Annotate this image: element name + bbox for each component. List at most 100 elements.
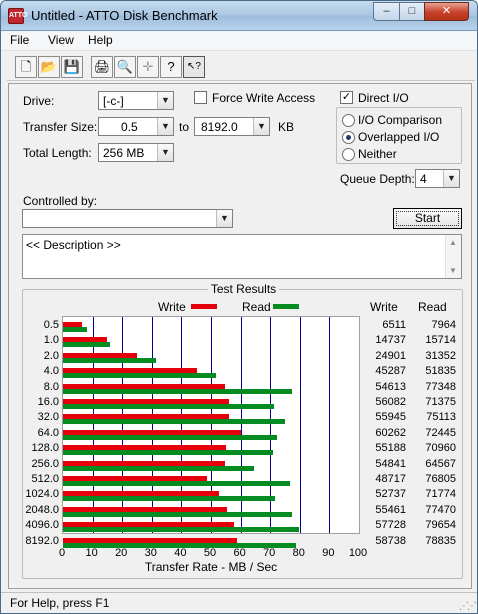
x-tick-label: 40	[174, 547, 187, 559]
legend-read-swatch	[273, 304, 299, 309]
maximize-button[interactable]: □	[399, 2, 425, 21]
row-label: 1.0	[43, 334, 59, 347]
description-scrollbar[interactable]: ▲ ▼	[445, 235, 461, 278]
row-label: 256.0	[31, 457, 59, 470]
drive-label: Drive:	[23, 94, 55, 108]
force-write-checkbox[interactable]	[194, 91, 207, 104]
x-tick-label: 0	[58, 547, 66, 559]
read-bar-0	[63, 327, 87, 332]
context-help-icon[interactable]: ↖?	[183, 56, 205, 78]
new-icon[interactable]: 🗋	[15, 56, 37, 78]
force-write-label: Force Write Access	[212, 91, 316, 105]
write-column-header: Write	[370, 300, 398, 314]
chevron-down-icon[interactable]: ▼	[157, 118, 173, 135]
read-value: 70960	[425, 442, 456, 455]
read-value: 78835	[425, 534, 456, 547]
read-bar-13	[63, 527, 299, 533]
scroll-down-icon[interactable]: ▼	[449, 266, 457, 275]
menu-bar: File View Help	[1, 31, 477, 51]
read-bar-9	[63, 465, 255, 471]
read-value: 76805	[425, 473, 456, 485]
x-axis-label: Transfer Rate - MB / Sec	[144, 560, 278, 574]
print-icon[interactable]: 🖨	[91, 56, 113, 78]
close-button[interactable]: ✕	[424, 2, 469, 21]
menu-help[interactable]: Help	[85, 33, 116, 47]
transfer-rate-chart	[62, 316, 360, 548]
row-label: 128.0	[31, 442, 59, 455]
gridline	[299, 317, 301, 533]
write-value: 55188	[375, 442, 406, 455]
read-value: 51835	[425, 365, 456, 378]
x-tick-label: 90	[322, 547, 335, 559]
write-value: 57728	[375, 519, 406, 532]
transfer-to-label: to	[179, 120, 190, 134]
read-value: 77348	[425, 380, 456, 393]
read-value: 64567	[425, 457, 456, 470]
row-label: 4.0	[43, 365, 59, 378]
x-tick-label: 60	[233, 547, 246, 559]
open-icon[interactable]: 📂	[38, 56, 60, 78]
status-text: For Help, press F1	[10, 596, 110, 610]
row-label: 4096.0	[25, 519, 59, 532]
print-preview-icon[interactable]: 🔍	[114, 56, 136, 78]
start-button[interactable]: Start	[393, 208, 462, 229]
write-value: 14737	[375, 334, 406, 347]
io-comparison-radio[interactable]	[342, 114, 355, 127]
gridline	[329, 317, 331, 533]
x-tick-label: 50	[203, 547, 217, 559]
neither-radio[interactable]	[342, 148, 355, 161]
write-value: 48717	[375, 473, 406, 485]
chevron-down-icon[interactable]: ▼	[157, 144, 173, 161]
write-value: 52737	[375, 488, 406, 501]
minimize-button[interactable]: –	[373, 2, 400, 21]
chevron-down-icon[interactable]: ▼	[216, 210, 232, 227]
title-bar[interactable]: ATTO Untitled - ATTO Disk Benchmark – □ …	[1, 1, 477, 31]
chevron-down-icon[interactable]: ▼	[157, 92, 173, 109]
read-value: 75113	[426, 411, 456, 424]
description-text: << Description >>	[26, 238, 121, 252]
row-label: 1024.0	[25, 488, 59, 501]
write-value: 45287	[375, 365, 406, 378]
window-title: Untitled - ATTO Disk Benchmark	[31, 8, 218, 23]
resize-grip-icon[interactable]: ⋰⋰	[459, 601, 477, 612]
transfer-size-from-select[interactable]: 0.5 ▼	[98, 117, 174, 136]
x-tick-label: 80	[292, 547, 305, 559]
legend-read-label: Read	[242, 300, 271, 314]
read-bar-1	[63, 342, 110, 348]
menu-view[interactable]: View	[45, 33, 77, 47]
total-length-select[interactable]: 256 MB ▼	[98, 143, 174, 162]
save-icon[interactable]: 💾	[61, 56, 83, 78]
overlapped-io-radio[interactable]	[342, 131, 355, 144]
write-value: 24901	[375, 349, 406, 362]
read-bar-2	[63, 357, 156, 363]
chevron-down-icon[interactable]: ▼	[443, 170, 459, 187]
controlled-by-select[interactable]: ▼	[22, 209, 233, 228]
description-field[interactable]: << Description >> ▲ ▼	[22, 234, 462, 279]
read-bar-7	[63, 434, 278, 440]
toolbar: 🗋 📂 💾 🖨 🔍 ✛ ? ↖?	[7, 53, 475, 81]
help-icon[interactable]: ?	[160, 56, 182, 78]
x-tick-label: 10	[85, 547, 98, 559]
test-results-title: Test Results	[207, 282, 280, 296]
read-bar-5	[63, 404, 275, 409]
write-value: 55461	[375, 503, 406, 516]
write-value: 54841	[375, 457, 406, 470]
legend-write-swatch	[191, 304, 217, 309]
transfer-size-to-select[interactable]: 8192.0 ▼	[194, 117, 270, 136]
write-value: 55945	[375, 411, 406, 424]
read-value: 71375	[425, 396, 456, 408]
app-window: ATTO Untitled - ATTO Disk Benchmark – □ …	[0, 0, 478, 614]
drive-select[interactable]: [-c-] ▼	[98, 91, 174, 110]
read-value: 77470	[425, 503, 456, 516]
row-label: 64.0	[37, 426, 59, 439]
menu-file[interactable]: File	[7, 33, 32, 47]
atto-app-icon[interactable]: ATTO	[8, 8, 27, 24]
write-value: 6511	[382, 319, 406, 331]
legend-write-label: Write	[158, 300, 186, 314]
direct-io-checkbox[interactable]: ✓	[340, 91, 353, 104]
chevron-down-icon[interactable]: ▼	[253, 118, 269, 135]
queue-depth-select[interactable]: 4 ▼	[415, 169, 460, 188]
scroll-up-icon[interactable]: ▲	[449, 238, 457, 247]
status-bar: For Help, press F1 ⋰⋰	[1, 592, 477, 613]
move-icon[interactable]: ✛	[137, 56, 159, 78]
